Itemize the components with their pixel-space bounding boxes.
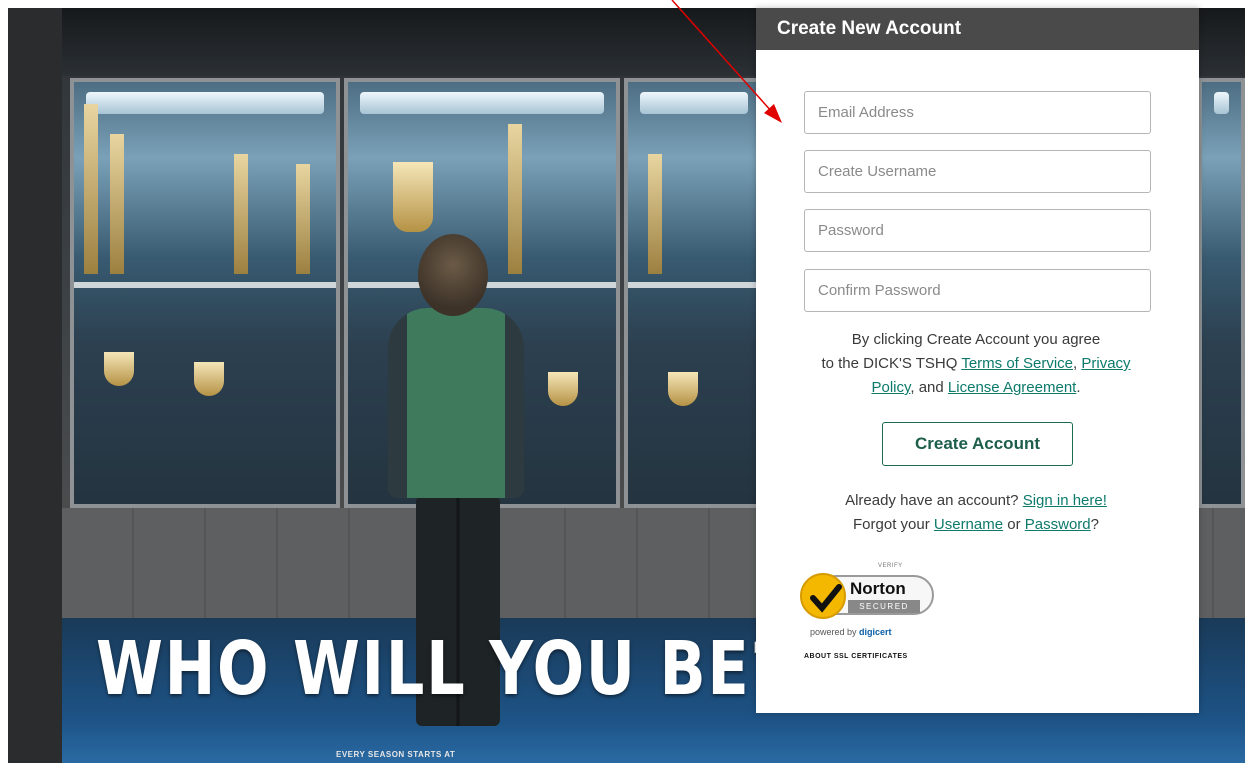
password-field[interactable]	[804, 209, 1151, 252]
terms-of-service-link[interactable]: Terms of Service	[961, 355, 1073, 372]
forgot-username-link[interactable]: Username	[934, 516, 1003, 533]
email-field[interactable]	[804, 91, 1151, 134]
checkmark-icon	[800, 573, 846, 619]
signin-help: Already have an account? Sign in here! F…	[845, 492, 1107, 533]
trophy-case-right	[624, 78, 764, 508]
forgot-password-link[interactable]: Password	[1025, 516, 1091, 533]
boy-head	[418, 234, 488, 316]
trophy-case-left	[70, 78, 340, 508]
forgot-prefix: Forgot your	[853, 516, 930, 533]
norton-secured-badge[interactable]: VERIFY Norton SECURED powered by digicer…	[800, 563, 940, 673]
left-border	[8, 8, 62, 763]
badge-secured: SECURED	[848, 600, 920, 613]
signin-prefix: Already have an account?	[845, 492, 1019, 509]
create-account-button[interactable]: Create Account	[882, 422, 1073, 466]
badge-powered-by: powered by digicert	[810, 627, 892, 637]
hero-tagline: EVERY SEASON STARTS AT	[336, 750, 456, 759]
about-ssl-link[interactable]: ABOUT SSL CERTIFICATES	[804, 653, 908, 660]
legal-notice: By clicking Create Account you agree to …	[821, 331, 1131, 396]
username-field[interactable]	[804, 150, 1151, 193]
badge-brand: Norton	[850, 579, 906, 598]
boy-jacket	[388, 308, 524, 498]
legal-prefix: to the DICK'S TSHQ	[821, 355, 958, 372]
sign-in-link[interactable]: Sign in here!	[1023, 492, 1107, 509]
legal-line1: By clicking Create Account you agree	[851, 331, 1101, 348]
confirm-password-field[interactable]	[804, 269, 1151, 312]
hero-slogan: WHO WILL YOU BE?	[96, 626, 788, 712]
license-agreement-link[interactable]: License Agreement	[948, 379, 1076, 396]
badge-verify-label: VERIFY	[878, 563, 903, 569]
legal-separator: ,	[1073, 355, 1078, 372]
legal-and: , and	[910, 379, 944, 396]
trophy-case-far-right	[1198, 78, 1245, 508]
create-account-panel: Create New Account By clicking Create Ac…	[756, 8, 1199, 713]
panel-title: Create New Account	[756, 8, 1199, 50]
